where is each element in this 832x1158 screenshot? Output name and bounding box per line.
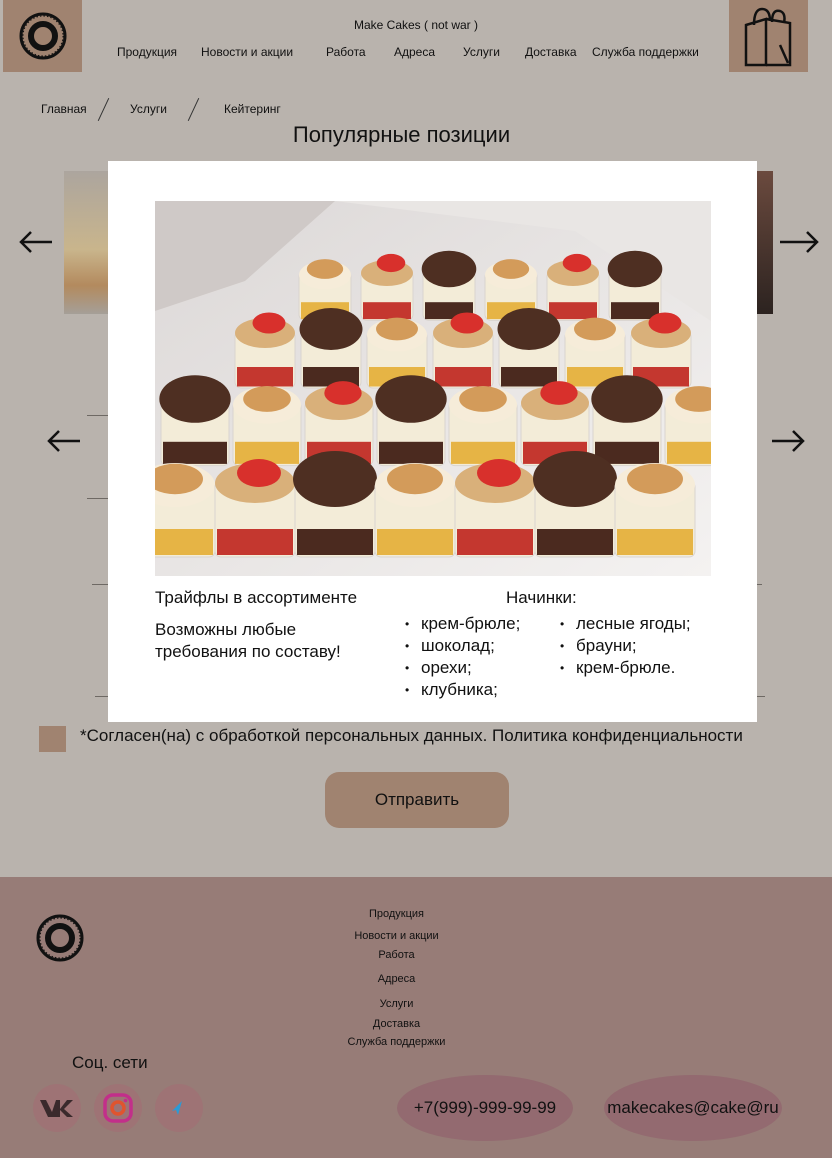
instagram-link[interactable] [94,1084,142,1132]
nav-work[interactable]: Работа [326,45,366,59]
vk-icon [40,1100,73,1117]
product-description: Возможны любые требования по составу! [155,620,341,661]
carousel-prev-button-2[interactable] [46,428,82,459]
nav-addresses[interactable]: Адреса [394,45,435,59]
product-title: Трайфлы в ассортименте [155,588,358,607]
fillings-title: Начинки: [506,588,577,607]
cart-button[interactable] [729,0,808,72]
product-modal: Трайфлы в ассортименте Возможны любые тр… [108,161,757,722]
filling-item: лесные ягоды; [560,613,691,635]
consent-checkbox[interactable] [39,726,66,752]
product-photo [155,201,711,576]
phone-link[interactable]: +7(999)-999-99-99 [397,1075,573,1141]
footer-link-news[interactable]: Новости и акции [0,930,793,942]
carousel-prev-button[interactable] [18,229,54,260]
carousel-next-button-2[interactable] [770,428,806,459]
filling-item: клубника; [405,679,520,701]
arrow-left-icon [19,231,52,253]
footer-link-work[interactable]: Работа [0,949,793,961]
form-line [87,415,108,416]
footer-link-addresses[interactable]: Адреса [0,973,793,985]
consent-label: *Согласен(на) с обработкой персональных … [80,726,743,745]
breadcrumb-separator [187,97,200,122]
telegram-link[interactable] [155,1084,203,1132]
arrow-right-icon [772,430,805,452]
email-link[interactable]: makecakes@cake@ru [604,1075,782,1141]
form-line [757,584,762,585]
trifle-cups-image [155,201,711,576]
arrow-left-icon [47,430,80,452]
filling-item: шоколад; [405,635,520,657]
shopping-bag-icon [744,7,791,67]
brand-name: Make Cakes ( not war ) [353,18,479,32]
footer-link-support[interactable]: Служба поддержки [0,1036,793,1048]
instagram-icon [103,1093,133,1123]
telegram-icon [172,1101,182,1115]
fillings-list-2: лесные ягоды; брауни; крем-брюле. [560,613,691,679]
filling-item: орехи; [405,657,520,679]
breadcrumb-separator [97,97,110,122]
social-label: Соц. сети [72,1053,148,1072]
nav-news[interactable]: Новости и акции [201,45,293,59]
footer: Продукция Новости и акции Работа Адреса … [0,877,832,1158]
nav-delivery[interactable]: Доставка [525,45,577,59]
breadcrumb-services[interactable]: Услуги [130,102,167,116]
footer-link-delivery[interactable]: Доставка [0,1018,793,1030]
filling-item: крем-брюле; [405,613,520,635]
carousel-thumbnail[interactable] [64,171,108,314]
nav-services[interactable]: Услуги [463,45,500,59]
fillings-list-1: крем-брюле; шоколад; орехи; клубника; [405,613,520,701]
form-line [757,696,765,697]
footer-link-products[interactable]: Продукция [0,908,793,920]
vk-link[interactable] [33,1084,81,1132]
form-line [87,498,108,499]
breadcrumb-home[interactable]: Главная [41,102,87,116]
filling-item: крем-брюле. [560,657,691,679]
page-title: Популярные позиции [292,122,511,147]
breadcrumb-catering[interactable]: Кейтеринг [224,102,281,116]
form-line [92,584,108,585]
filling-item: брауни; [560,635,691,657]
submit-button[interactable]: Отправить [325,772,509,828]
arrow-right-icon [780,231,819,253]
nav-products[interactable]: Продукция [117,45,177,59]
carousel-next-button[interactable] [778,229,820,260]
carousel-thumbnail[interactable] [757,171,773,314]
footer-link-services[interactable]: Услуги [0,998,793,1010]
nav-support[interactable]: Служба поддержки [592,45,699,59]
header-logo[interactable] [3,0,82,72]
form-line [95,696,108,697]
